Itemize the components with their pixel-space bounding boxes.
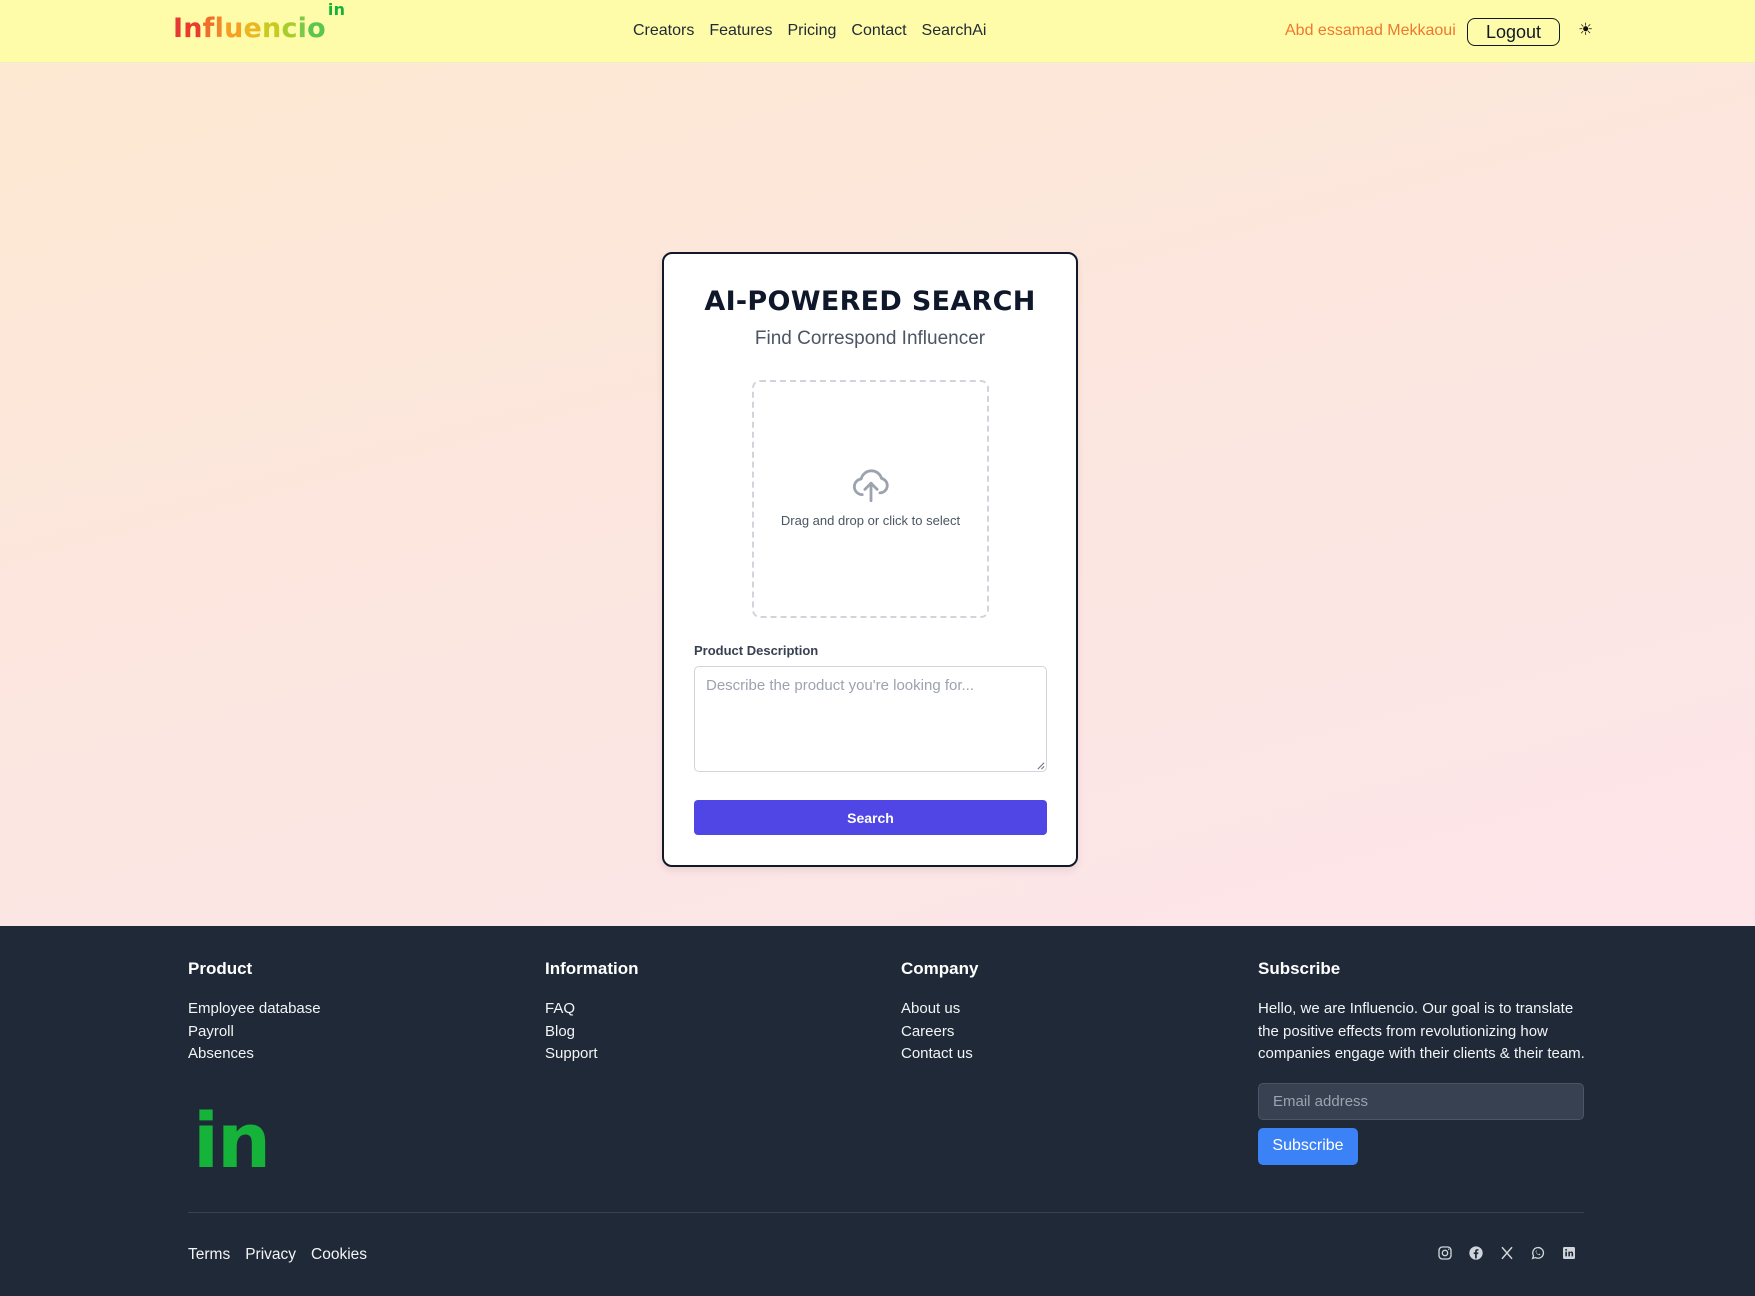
cloud-upload-icon — [852, 468, 889, 502]
footer-heading: Information — [545, 959, 639, 978]
footer-link[interactable]: Employee database — [188, 998, 321, 1021]
nav-link-features[interactable]: Features — [709, 22, 772, 40]
email-field[interactable] — [1258, 1082, 1584, 1120]
logo-letter: l — [214, 13, 225, 44]
main-content: AI-POWERED SEARCH Find Correspond Influe… — [0, 64, 1755, 926]
footer-heading: Product — [188, 959, 253, 978]
logo-letter: n — [183, 13, 203, 44]
footer-heading: Subscribe — [1258, 959, 1341, 978]
terms-link[interactable]: Terms — [188, 1246, 230, 1264]
nav-link-searchai[interactable]: SearchAi — [922, 22, 987, 40]
linkedin-icon[interactable] — [1561, 1245, 1577, 1261]
footer-column-product: Product Employee database Payroll Absenc… — [188, 959, 321, 1066]
product-description-field[interactable] — [694, 666, 1047, 772]
logo-letter: n — [262, 13, 282, 44]
footer-divider — [188, 1212, 1584, 1213]
footer-column-company: Company About us Careers Contact us — [901, 959, 978, 1066]
footer-link[interactable]: FAQ — [545, 998, 639, 1021]
facebook-icon[interactable] — [1468, 1245, 1484, 1261]
logo-superscript: in — [327, 0, 346, 19]
nav-link-pricing[interactable]: Pricing — [788, 22, 837, 40]
logo-letter: i — [297, 13, 308, 44]
site-footer: Product Employee database Payroll Absenc… — [0, 926, 1755, 1296]
nav-link-contact[interactable]: Contact — [851, 22, 906, 40]
resize-grip-icon[interactable] — [1036, 761, 1045, 770]
brand-logo[interactable]: Influencioin — [173, 0, 345, 44]
privacy-link[interactable]: Privacy — [245, 1246, 296, 1264]
image-dropzone[interactable]: Drag and drop or click to select — [752, 380, 989, 618]
footer-link[interactable]: Careers — [901, 1021, 978, 1044]
subscribe-button[interactable]: Subscribe — [1258, 1127, 1358, 1165]
dropzone-text: Drag and drop or click to select — [780, 512, 961, 528]
theme-toggle-sun-icon[interactable]: ☀ — [1578, 20, 1593, 40]
footer-column-information: Information FAQ Blog Support — [545, 959, 639, 1066]
user-name[interactable]: Abd essamad Mekkaoui — [1285, 22, 1456, 40]
legal-links: Terms Privacy Cookies — [188, 1246, 367, 1264]
site-header: Influencioin Creators Features Pricing C… — [0, 0, 1755, 63]
logo-letter: c — [281, 13, 298, 44]
footer-link[interactable]: Payroll — [188, 1021, 321, 1044]
cookies-link[interactable]: Cookies — [311, 1246, 367, 1264]
logo-letter: f — [202, 13, 215, 44]
logo-letter: e — [243, 13, 263, 44]
whatsapp-icon[interactable] — [1530, 1245, 1546, 1261]
footer-link[interactable]: About us — [901, 998, 978, 1021]
subscribe-description: Hello, we are Influencio. Our goal is to… — [1258, 1000, 1585, 1062]
card-title: AI-POWERED SEARCH — [704, 286, 1036, 317]
footer-link[interactable]: Support — [545, 1043, 639, 1066]
logo-letter: I — [173, 13, 184, 44]
main-nav: Creators Features Pricing Contact Search… — [633, 22, 986, 40]
logo-letter: u — [224, 13, 244, 44]
card-subtitle: Find Correspond Influencer — [754, 328, 986, 349]
logout-button[interactable]: Logout — [1467, 18, 1560, 46]
footer-heading: Company — [901, 959, 979, 978]
x-icon[interactable] — [1499, 1245, 1515, 1261]
footer-column-subscribe: Subscribe Hello, we are Influencio. Our … — [1258, 959, 1588, 1165]
product-description-label: Product Description — [694, 643, 819, 658]
footer-link[interactable]: Contact us — [901, 1043, 978, 1066]
footer-logo: in — [193, 1096, 271, 1185]
social-links — [1437, 1245, 1577, 1261]
instagram-icon[interactable] — [1437, 1245, 1453, 1261]
ai-search-card: AI-POWERED SEARCH Find Correspond Influe… — [662, 252, 1078, 867]
nav-link-creators[interactable]: Creators — [633, 22, 694, 40]
footer-link[interactable]: Blog — [545, 1021, 639, 1044]
search-button[interactable]: Search — [694, 800, 1047, 835]
logo-letter: o — [307, 13, 326, 44]
footer-link[interactable]: Absences — [188, 1043, 321, 1066]
